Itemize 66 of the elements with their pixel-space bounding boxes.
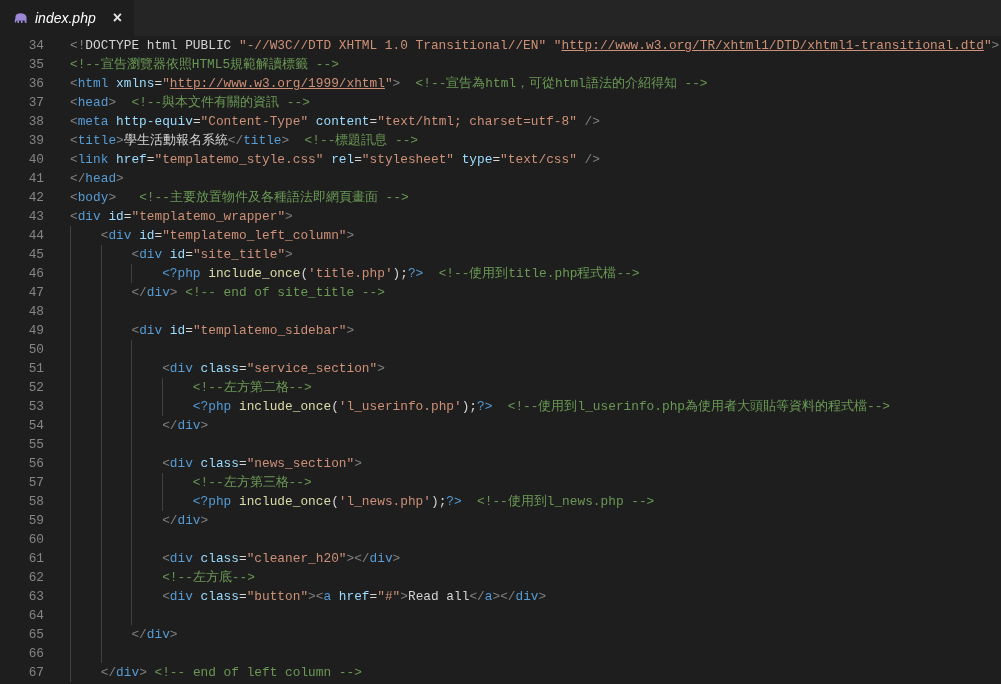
code-line: <div id="templatemo_left_column"> <box>99 228 355 243</box>
code-line: </div> <!-- end of left column --> <box>99 665 362 680</box>
line-number: 41 <box>27 170 44 188</box>
line-number: 37 <box>27 94 44 112</box>
line-number: 53 <box>27 398 44 416</box>
line-number: 48 <box>27 303 44 321</box>
line-number: 59 <box>27 512 44 530</box>
line-number: 36 <box>27 75 44 93</box>
code-line: </div> <box>161 513 209 528</box>
line-number: 38 <box>27 113 44 131</box>
line-number: 46 <box>27 265 44 283</box>
code-line: <html xmlns="http://www.w3.org/1999/xhtml"> <!--宣告為html，可從html語法的介紹得知 --> <box>70 76 708 91</box>
code-line: </head> <box>70 171 124 186</box>
line-number: 57 <box>27 474 44 492</box>
code-line: <!--宣告瀏覽器依照HTML5規範解讀標籤 --> <box>70 57 339 72</box>
code-line: <div class="service_section"> <box>161 361 385 376</box>
code-line: <body> <!--主要放置物件及各種語法即網頁畫面 --> <box>70 190 409 205</box>
code-line: <?php include_once('title.php');?> <!--使用到title.php程式檔--> <box>161 266 640 281</box>
line-number: 63 <box>27 588 44 606</box>
code-line: <?php include_once('l_userinfo.php');?> <!--使用到l_userinfo.php為使用者大頭貼等資料的程式檔--> <box>191 399 891 414</box>
code-line: <div id="templatemo_sidebar"> <box>130 323 355 338</box>
line-number: 62 <box>27 569 44 587</box>
line-number: 55 <box>27 436 44 454</box>
code-line: </div> <box>161 418 209 433</box>
line-number: 66 <box>27 645 44 663</box>
line-number: 58 <box>27 493 44 511</box>
code-line: <meta http-equiv="Content-Type" content="text/html; charset=utf-8" /> <box>70 114 600 129</box>
line-number: 67 <box>27 664 44 682</box>
line-number: 52 <box>27 379 44 397</box>
close-button[interactable]: × <box>112 10 123 26</box>
line-number: 40 <box>27 151 44 169</box>
code-line: <!--左方第三格--> <box>191 475 312 490</box>
code-line: <div class="cleaner_h20"></div> <box>161 551 401 566</box>
code-line: <div class="button"><a href="#">Read all</a></div> <box>161 589 547 604</box>
line-number: 35 <box>27 56 44 74</box>
elephant-icon <box>14 12 28 24</box>
code-line: <link href="templatemo_style.css" rel="stylesheet" type="text/css" /> <box>70 152 600 167</box>
line-number: 50 <box>27 341 44 359</box>
file-tab[interactable]: index.php × <box>0 0 135 36</box>
code-line: <title>學生活動報名系統</title> <!--標題訊息 --> <box>70 133 419 148</box>
code-line: </div> <box>130 627 178 642</box>
line-number: 42 <box>27 189 44 207</box>
tab-title: index.php <box>35 8 96 28</box>
line-number: 51 <box>27 360 44 378</box>
line-number: 43 <box>27 208 44 226</box>
code-line: <!--左方底--> <box>161 570 255 585</box>
code-line: <!DOCTYPE html PUBLIC "-//W3C//DTD XHTML 1.0 Transitional//EN" "http://www.w3.org/TR/xhtml1/DTD/xhtml1-transitional.dtd"> <box>70 38 1000 53</box>
code-line: <head> <!--與本文件有關的資訊 --> <box>70 95 310 110</box>
line-number: 45 <box>27 246 44 264</box>
line-number: 39 <box>27 132 44 150</box>
code-line: <!--左方第二格--> <box>191 380 312 395</box>
code-line: <div class="news_section"> <box>161 456 362 471</box>
line-number: 65 <box>27 626 44 644</box>
line-number: 61 <box>27 550 44 568</box>
code-line: <div id="templatemo_wrapper"> <box>70 209 293 224</box>
line-number: 34 <box>27 37 44 55</box>
line-number: 54 <box>27 417 44 435</box>
code-line: <?php include_once('l_news.php');?> <!--使用到l_news.php --> <box>191 494 655 509</box>
line-number: 49 <box>27 322 44 340</box>
line-number: 60 <box>27 531 44 549</box>
line-number: 47 <box>27 284 44 302</box>
line-number: 64 <box>27 607 44 625</box>
code-line: <div id="site_title"> <box>130 247 293 262</box>
line-number: 56 <box>27 455 44 473</box>
code-line: </div> <!-- end of site_title --> <box>130 285 385 300</box>
line-number: 44 <box>27 227 44 245</box>
